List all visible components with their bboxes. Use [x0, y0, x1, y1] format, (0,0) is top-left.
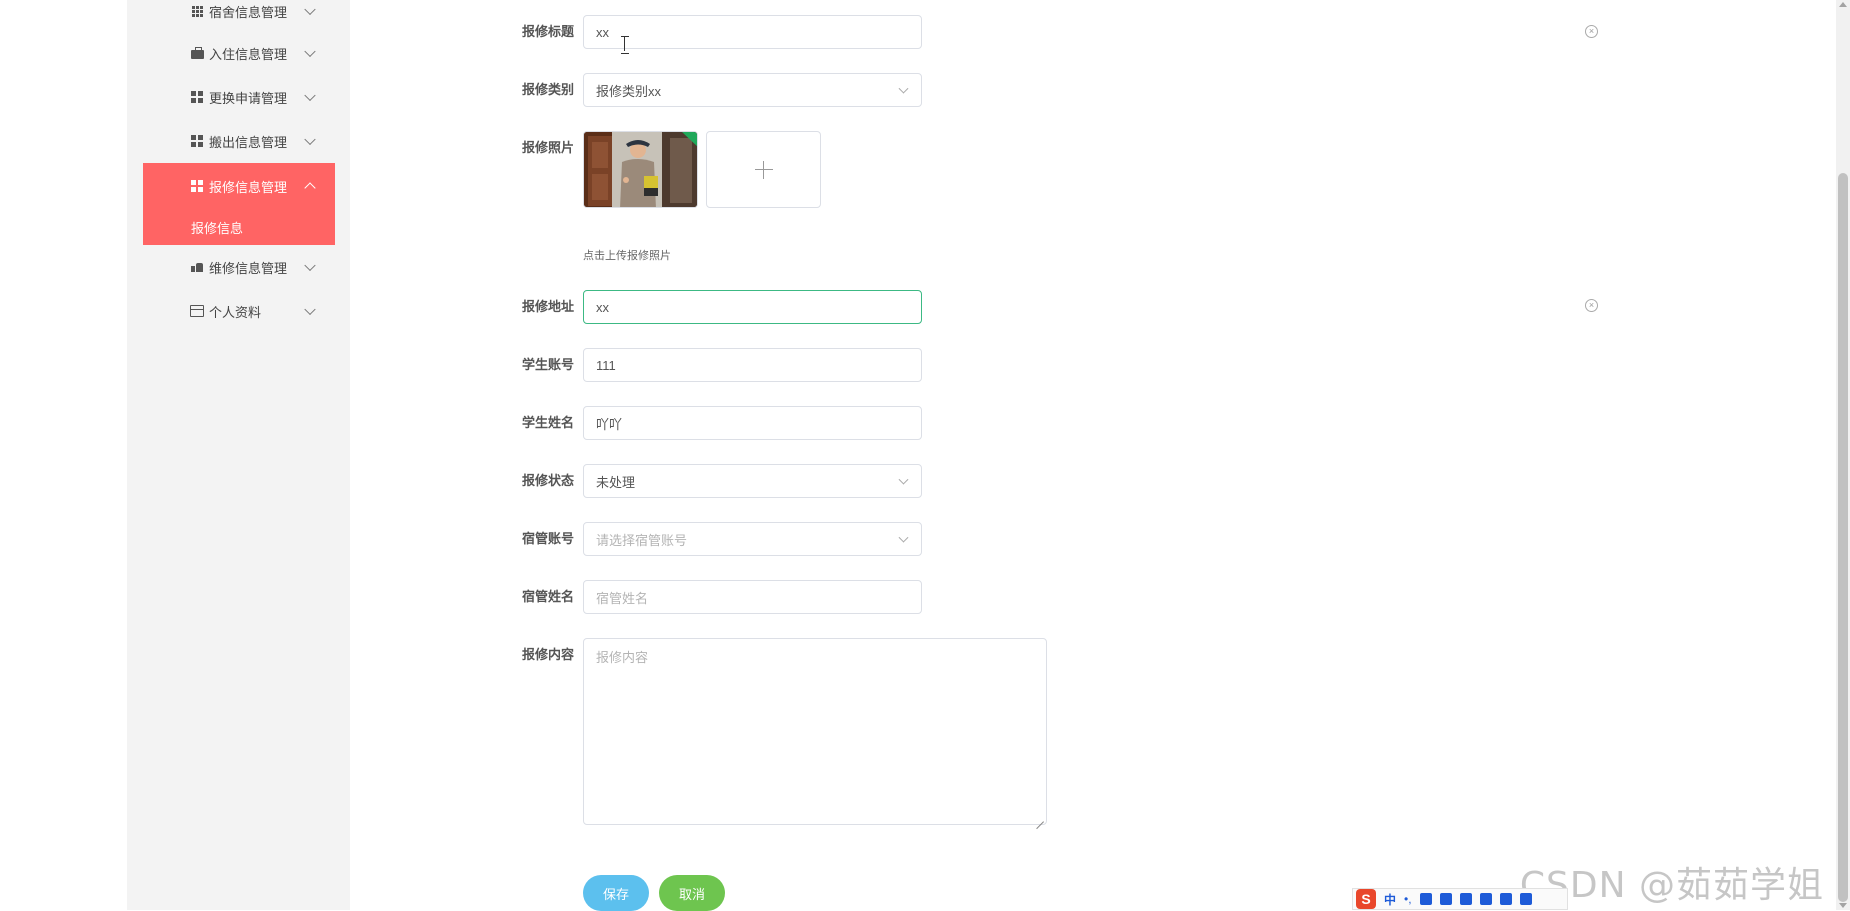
briefcase-icon [190, 46, 204, 59]
field-label: 学生账号 [521, 357, 574, 372]
chevron-down-icon [304, 259, 316, 272]
sidebar-item-label: 搬出信息管理 [209, 134, 288, 150]
scrollbar[interactable] [1836, 0, 1850, 910]
manager-name-placeholder: 宿管姓名 [596, 590, 649, 606]
sidebar-menu: 宿舍信息管理 入住信息管理 更换申请管理 搬出信息管理 报修信息管理 报修信息 … [143, 0, 335, 333]
manager-account-placeholder: 请选择宿管账号 [596, 532, 688, 548]
scroll-up-icon[interactable] [1839, 2, 1847, 7]
form-row-photo: 报修照片 [500, 131, 821, 208]
status-select-value: 未处理 [596, 474, 636, 490]
status-select[interactable]: 未处理 [583, 464, 922, 498]
chevron-down-icon [898, 532, 909, 543]
title-input[interactable]: xx [583, 15, 922, 49]
chevron-down-icon [304, 133, 316, 146]
chevron-down-icon [304, 3, 316, 16]
robot-icon[interactable] [1479, 893, 1492, 905]
sidebar-item-label: 宿舍信息管理 [209, 4, 288, 20]
field-label: 报修标题 [521, 24, 574, 39]
field-label: 宿管账号 [521, 531, 574, 546]
plus-icon-vertical [762, 160, 765, 179]
sidebar-item-dormitory[interactable]: 宿舍信息管理 [143, 0, 335, 22]
chevron-down-icon [304, 89, 316, 102]
student-name-value: 吖吖 [596, 416, 623, 432]
resize-handle-icon[interactable] [1036, 814, 1044, 822]
sidebar-item-label: 个人资料 [209, 304, 262, 320]
cancel-button[interactable]: 取消 [659, 875, 725, 911]
uploaded-photo-thumbnail[interactable] [583, 131, 698, 208]
form-row-status: 报修状态 未处理 [500, 464, 922, 498]
sidebar-item-change-request[interactable]: 更换申请管理 [143, 75, 335, 119]
clear-icon[interactable]: × [1585, 25, 1598, 38]
field-label: 报修地址 [521, 299, 574, 314]
form-row-title: 报修标题 xx [500, 15, 922, 49]
chevron-up-icon [304, 182, 316, 194]
sidebar-item-label: 入住信息管理 [209, 46, 288, 62]
sidebar-item-label: 维修信息管理 [209, 260, 288, 276]
keyboard-icon[interactable] [1439, 893, 1452, 905]
clear-icon[interactable]: × [1585, 299, 1598, 312]
microphone-icon[interactable] [1419, 893, 1432, 905]
field-label: 报修照片 [521, 140, 574, 155]
grid-icon [190, 5, 204, 17]
chevron-down-icon [304, 303, 316, 316]
form-row-manager-name: 宿管姓名 宿管姓名 [500, 580, 922, 614]
chevron-down-icon [304, 45, 316, 58]
toolbox-icon[interactable] [1499, 893, 1512, 905]
field-label: 报修状态 [521, 473, 574, 488]
student-name-input[interactable]: 吖吖 [583, 406, 922, 440]
sidebar-item-label: 更换申请管理 [209, 90, 288, 106]
form-row-student-account: 学生账号 111 [500, 348, 922, 382]
sidebar-subitem-repair-info[interactable]: 报修信息 [143, 209, 335, 245]
student-account-value: 111 [596, 357, 616, 373]
form-row-content: 报修内容 报修内容 [500, 638, 1047, 825]
sidebar-item-profile[interactable]: 个人资料 [143, 289, 335, 333]
save-button[interactable]: 保存 [583, 875, 649, 911]
ime-punctuation-toggle[interactable]: •, [1404, 892, 1412, 906]
card-icon [190, 305, 204, 317]
form-row-student-name: 学生姓名 吖吖 [500, 406, 922, 440]
sidebar-item-checkout[interactable]: 搬出信息管理 [143, 119, 335, 163]
student-account-input[interactable]: 111 [583, 348, 922, 382]
page-margin [0, 0, 127, 910]
settings-icon[interactable] [1519, 893, 1532, 905]
category-select[interactable]: 报修类别xx [583, 73, 922, 107]
sidebar-item-maintenance[interactable]: 维修信息管理 [143, 245, 335, 289]
chevron-down-icon [898, 83, 909, 94]
sidebar-item-checkin[interactable]: 入住信息管理 [143, 31, 335, 75]
scroll-down-icon[interactable] [1839, 903, 1847, 908]
address-input-value: xx [596, 299, 609, 315]
content-placeholder: 报修内容 [596, 650, 649, 665]
address-input[interactable]: xx [583, 290, 922, 324]
photo-image [584, 132, 697, 207]
category-select-value: 报修类别xx [596, 83, 662, 99]
thumb-icon [190, 261, 204, 273]
sidebar-item-label: 报修信息管理 [209, 179, 288, 195]
content-textarea[interactable]: 报修内容 [583, 638, 1047, 825]
field-label: 学生姓名 [521, 415, 574, 430]
upload-hint: 点击上传报修照片 [583, 250, 671, 262]
title-input-value: xx [596, 24, 609, 40]
manager-account-select[interactable]: 请选择宿管账号 [583, 522, 922, 556]
ime-language-toggle[interactable]: 中 [1384, 891, 1396, 908]
field-label: 报修类别 [521, 82, 574, 97]
text-cursor-icon [621, 36, 629, 54]
form-row-address: 报修地址 xx [500, 290, 922, 324]
ime-toolbar: S 中 •, [1352, 888, 1568, 910]
skin-icon[interactable] [1459, 893, 1472, 905]
grid-icon [190, 135, 204, 147]
grid-icon [190, 180, 204, 192]
upload-add-button[interactable] [706, 131, 821, 208]
sogou-logo-icon[interactable]: S [1356, 889, 1376, 909]
scrollbar-thumb[interactable] [1838, 173, 1848, 902]
manager-name-input[interactable]: 宿管姓名 [583, 580, 922, 614]
form-row-category: 报修类别 报修类别xx [500, 73, 922, 107]
sidebar-item-repair[interactable]: 报修信息管理 [143, 163, 335, 209]
chevron-down-icon [898, 474, 909, 485]
form-row-manager-account: 宿管账号 请选择宿管账号 [500, 522, 922, 556]
field-label: 报修内容 [521, 647, 574, 662]
field-label: 宿管姓名 [521, 589, 574, 604]
grid-icon [190, 91, 204, 103]
